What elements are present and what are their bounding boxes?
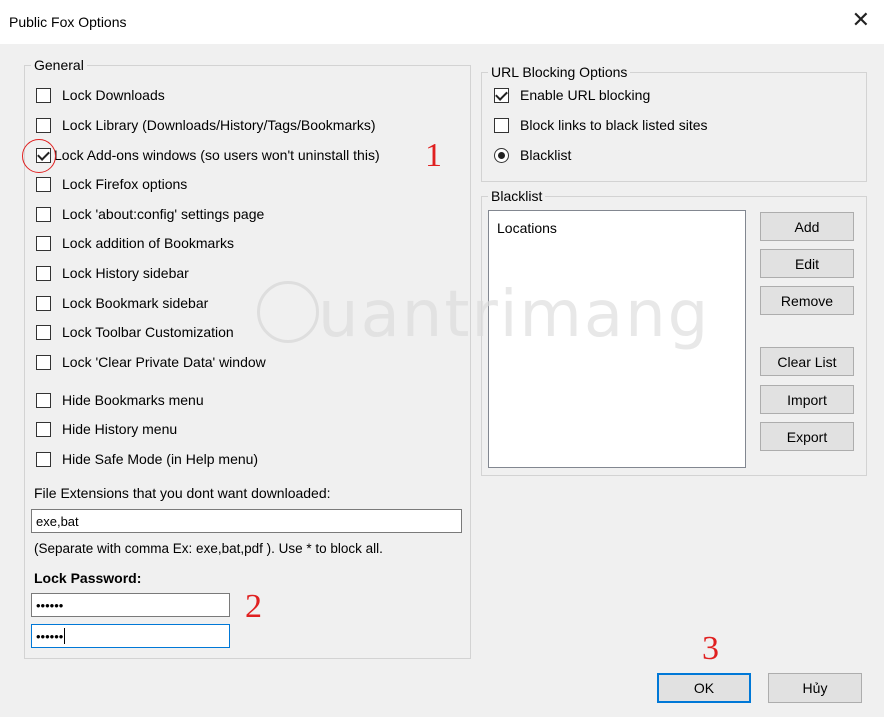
url-blocking-legend: URL Blocking Options: [491, 64, 628, 80]
ok-button[interactable]: OK: [657, 673, 751, 703]
checkbox[interactable]: [36, 421, 51, 437]
checkbox[interactable]: [36, 392, 51, 408]
add-button[interactable]: Add: [760, 212, 854, 241]
option-lock-library[interactable]: Lock Library (Downloads/History/Tags/Boo…: [36, 115, 376, 135]
option-lock-about-config[interactable]: Lock 'about:config' settings page: [36, 204, 264, 224]
remove-button[interactable]: Remove: [760, 286, 854, 315]
checkbox[interactable]: [36, 324, 51, 340]
import-button[interactable]: Import: [760, 385, 854, 414]
option-label: Lock addition of Bookmarks: [62, 235, 234, 251]
checkbox[interactable]: [36, 354, 51, 370]
checkbox[interactable]: [36, 265, 51, 281]
title-bar: Public Fox Options ✕: [0, 0, 884, 44]
extensions-label: File Extensions that you dont want downl…: [34, 485, 331, 501]
text-cursor: [64, 628, 66, 644]
password-input[interactable]: ••••••: [31, 593, 230, 617]
option-label: Blacklist: [520, 147, 572, 163]
option-block-links[interactable]: Block links to black listed sites: [494, 115, 708, 135]
close-icon[interactable]: ✕: [852, 9, 870, 31]
option-label: Lock Downloads: [62, 87, 165, 103]
option-hide-bookmarks-menu[interactable]: Hide Bookmarks menu: [36, 390, 204, 410]
checkbox[interactable]: [36, 176, 51, 192]
checkbox[interactable]: [36, 295, 51, 311]
password-label: Lock Password:: [34, 570, 142, 586]
option-enable-url-blocking[interactable]: Enable URL blocking: [494, 85, 650, 105]
option-label: Lock History sidebar: [62, 265, 189, 281]
option-label: Lock Firefox options: [62, 176, 188, 192]
option-lock-history-sidebar[interactable]: Lock History sidebar: [36, 263, 189, 283]
highlight-circle: [22, 139, 56, 173]
option-label: Lock Library (Downloads/History/Tags/Boo…: [62, 117, 376, 133]
option-lock-firefox-options[interactable]: Lock Firefox options: [36, 174, 187, 194]
option-label: Lock Toolbar Customization: [62, 324, 234, 340]
checkbox[interactable]: [36, 235, 51, 251]
option-label: Block links to black listed sites: [520, 117, 708, 133]
option-lock-toolbar-customization[interactable]: Lock Toolbar Customization: [36, 322, 234, 342]
option-lock-clear-private-data[interactable]: Lock 'Clear Private Data' window: [36, 352, 266, 372]
annotation-marker-3: 3: [702, 630, 719, 667]
extensions-hint: (Separate with comma Ex: exe,bat,pdf ). …: [34, 541, 383, 556]
password-value: ••••••: [36, 597, 64, 613]
checkbox[interactable]: [36, 451, 51, 467]
radio-selected[interactable]: [494, 147, 509, 163]
option-hide-history-menu[interactable]: Hide History menu: [36, 419, 177, 439]
watermark-bulb-icon: [257, 281, 319, 343]
option-label: Hide History menu: [62, 421, 178, 437]
option-label: Lock Add-ons windows (so users won't uni…: [54, 147, 380, 163]
window-title: Public Fox Options: [9, 14, 127, 30]
export-button[interactable]: Export: [760, 422, 854, 451]
option-label: Lock 'about:config' settings page: [62, 206, 265, 222]
column-header-locations[interactable]: Locations: [497, 220, 557, 236]
annotation-marker-2: 2: [245, 588, 262, 625]
option-lock-bookmark-sidebar[interactable]: Lock Bookmark sidebar: [36, 293, 208, 313]
option-blacklist-radio[interactable]: Blacklist: [494, 145, 571, 165]
checkbox[interactable]: [36, 206, 51, 222]
password-confirm-input[interactable]: ••••••: [31, 624, 230, 648]
extensions-value: exe,bat: [36, 513, 79, 529]
option-label: Lock 'Clear Private Data' window: [62, 354, 266, 370]
option-lock-add-bookmarks[interactable]: Lock addition of Bookmarks: [36, 233, 234, 253]
password-confirm-value: ••••••: [36, 628, 64, 644]
checkbox-checked[interactable]: [494, 87, 509, 103]
clear-list-button[interactable]: Clear List: [760, 347, 854, 376]
option-lock-downloads[interactable]: Lock Downloads: [36, 85, 165, 105]
option-lock-addons[interactable]: Lock Add-ons windows (so users won't uni…: [36, 145, 380, 165]
watermark-text: uantrimang: [318, 278, 711, 352]
option-label: Enable URL blocking: [520, 87, 651, 103]
cancel-button[interactable]: Hủy: [768, 673, 862, 703]
blacklist-legend: Blacklist: [491, 188, 543, 204]
option-label: Lock Bookmark sidebar: [62, 295, 209, 311]
extensions-input[interactable]: exe,bat: [31, 509, 462, 533]
option-label: Hide Safe Mode (in Help menu): [62, 451, 259, 467]
option-hide-safe-mode[interactable]: Hide Safe Mode (in Help menu): [36, 449, 258, 469]
checkbox[interactable]: [36, 117, 51, 133]
checkbox[interactable]: [36, 87, 51, 103]
annotation-marker-1: 1: [425, 137, 442, 174]
edit-button[interactable]: Edit: [760, 249, 854, 278]
general-legend: General: [34, 57, 84, 73]
checkbox[interactable]: [494, 117, 509, 133]
option-label: Hide Bookmarks menu: [62, 392, 204, 408]
